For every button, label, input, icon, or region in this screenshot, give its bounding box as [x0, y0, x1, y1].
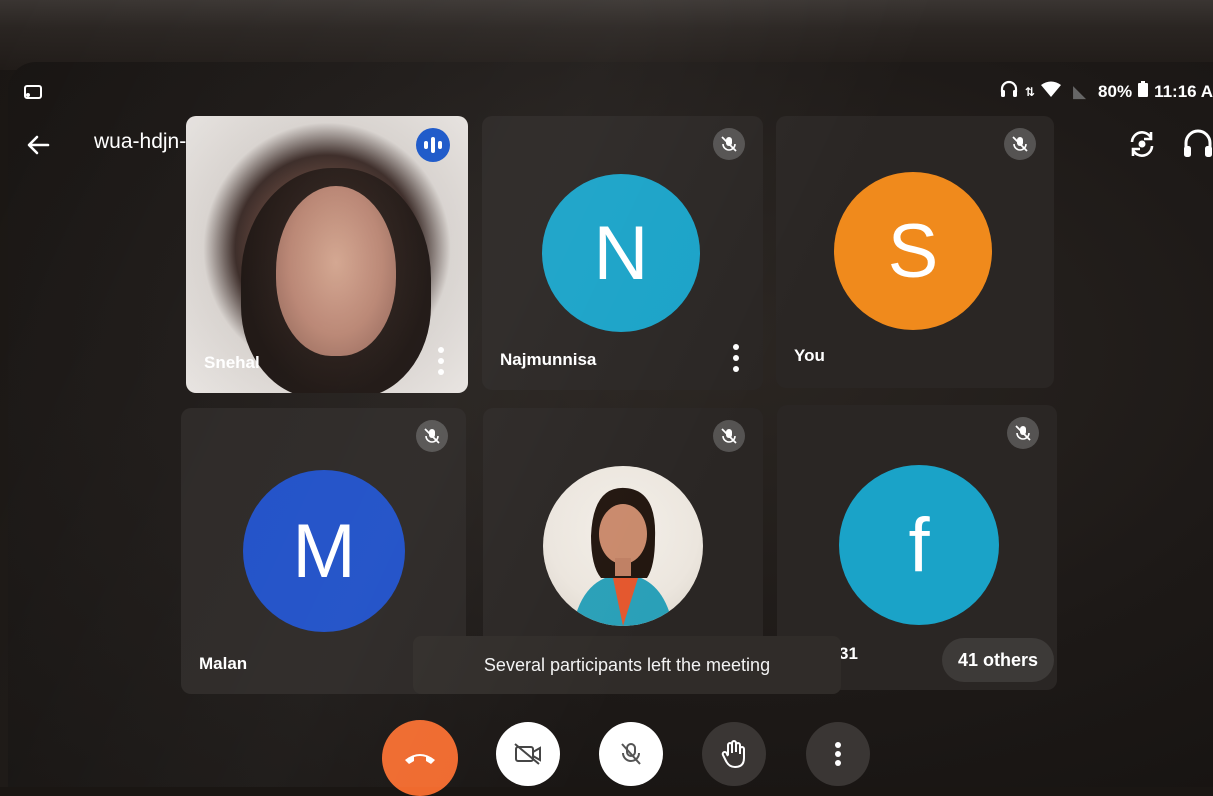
headphones-status-icon — [999, 80, 1019, 103]
mic-off-icon — [713, 128, 745, 160]
toast-text: Several participants left the meeting — [483, 654, 771, 675]
video-face — [276, 186, 396, 356]
avatar: S — [834, 172, 992, 330]
mic-off-icon — [1004, 128, 1036, 160]
more-options-button[interactable] — [806, 722, 870, 786]
participant-tile[interactable]: N Najmunnisa — [482, 116, 763, 390]
call-controls — [0, 720, 1213, 796]
mic-off-icon — [416, 420, 448, 452]
profile-photo-icon — [573, 487, 673, 626]
mic-off-icon — [621, 743, 641, 765]
avatar-initial: S — [887, 208, 939, 294]
no-signal-icon: ◣ — [1072, 81, 1087, 101]
participant-tile-self[interactable]: S You — [776, 116, 1054, 388]
avatar-initial: N — [593, 210, 649, 296]
battery-icon — [1138, 81, 1149, 102]
switch-camera-icon[interactable] — [1124, 126, 1160, 162]
profile-photo-avatar — [543, 466, 703, 626]
avatar: M — [243, 470, 405, 632]
mic-off-icon — [713, 420, 745, 452]
active-speaker-icon — [416, 128, 450, 162]
battery-percent: 80% — [1098, 81, 1133, 101]
avatar-initial: f — [908, 502, 930, 588]
headphones-icon[interactable] — [1180, 126, 1213, 162]
participant-name: Najmunnisa — [500, 350, 597, 369]
device-bezel — [0, 0, 1213, 70]
participant-name: Malan — [199, 654, 248, 673]
participant-name: Snehal — [204, 353, 260, 372]
more-vert-icon[interactable] — [731, 344, 741, 372]
raise-hand-button[interactable] — [702, 722, 766, 786]
more-vert-icon[interactable] — [436, 347, 446, 375]
end-call-button[interactable] — [382, 720, 458, 796]
more-vert-icon — [835, 742, 841, 766]
video-off-icon — [514, 743, 541, 765]
back-arrow-icon[interactable] — [22, 128, 56, 162]
others-count-button[interactable]: 41 others — [942, 638, 1054, 682]
raise-hand-icon — [721, 740, 745, 769]
mic-toggle-button[interactable] — [599, 722, 663, 786]
participant-name: 31 — [839, 644, 858, 663]
participant-name: You — [794, 346, 825, 365]
notification-toast: Several participants left the meeting — [413, 636, 841, 694]
participant-tile-video[interactable]: Snehal — [186, 116, 468, 393]
status-right: ⇅ ◣ 80% 11:16 A — [999, 80, 1213, 103]
camera-toggle-button[interactable] — [496, 722, 560, 786]
mic-off-icon — [1007, 417, 1039, 449]
avatar: f — [839, 465, 999, 625]
avatar: N — [542, 174, 700, 332]
clock: 11:16 A — [1154, 81, 1213, 101]
data-arrows-icon: ⇅ — [1024, 84, 1035, 99]
wifi-icon — [1040, 81, 1061, 102]
end-call-icon — [405, 754, 435, 764]
cast-icon — [24, 84, 42, 105]
avatar-initial: M — [292, 508, 356, 594]
status-bar: ⇅ ◣ 80% 11:16 A — [8, 62, 1213, 112]
